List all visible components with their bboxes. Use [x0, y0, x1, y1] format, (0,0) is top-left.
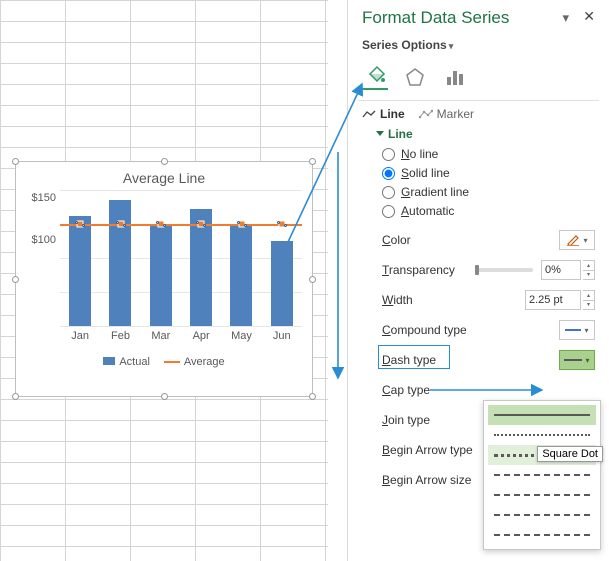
spreadsheet-grid: Average Line $150 $100 Jan Feb Mar Apr	[0, 0, 328, 561]
x-tick-label: Jun	[262, 330, 302, 342]
legend-label: Average	[184, 356, 225, 368]
width-spinner[interactable]: ▴▾	[583, 290, 595, 310]
close-pane-button[interactable]: ✕	[583, 8, 595, 25]
compound-line-icon	[565, 326, 581, 334]
color-picker-button[interactable]: ▾	[559, 230, 595, 250]
dash-option-dash[interactable]	[488, 465, 596, 485]
bar-mar[interactable]	[150, 224, 172, 326]
bar-jan[interactable]	[69, 216, 91, 327]
radio-gradient-line[interactable]: Gradient line	[382, 185, 595, 199]
radio-no-line[interactable]: No line	[382, 147, 595, 161]
width-value[interactable]: 2.25 pt	[525, 290, 581, 310]
category-tabs	[362, 64, 595, 90]
prop-cap-type: Cap type	[382, 378, 595, 402]
marker-subtab[interactable]: Marker	[419, 107, 474, 121]
series-selection-handle[interactable]	[116, 221, 126, 227]
dash-option-long-dash-dot[interactable]	[488, 525, 596, 545]
legend-swatch-line-icon	[164, 361, 180, 363]
line-subtab-label: Line	[380, 107, 405, 121]
chart-legend[interactable]: Actual Average	[16, 356, 312, 368]
triangle-down-icon	[376, 131, 384, 136]
radio-solid-line[interactable]: Solid line	[382, 166, 595, 180]
x-tick-label: May	[221, 330, 261, 342]
bar-may[interactable]	[230, 224, 252, 326]
legend-label: Actual	[119, 356, 150, 368]
dash-preview-icon	[564, 359, 582, 361]
bar-series[interactable]	[60, 190, 302, 326]
series-selection-handle[interactable]	[75, 221, 85, 227]
series-options-dropdown[interactable]: Series Options▾	[362, 38, 595, 52]
line-subtab-icon	[362, 109, 376, 119]
chevron-down-icon: ▾	[449, 41, 454, 51]
fill-and-line-tab[interactable]	[362, 64, 388, 90]
compound-type-button[interactable]: ▾	[559, 320, 595, 340]
line-subtab[interactable]: Line	[362, 107, 405, 121]
transparency-slider[interactable]	[477, 268, 533, 272]
dash-option-tooltip: Square Dot	[537, 446, 603, 462]
prop-color: Color ▾	[382, 228, 595, 252]
dash-option-round-dot[interactable]	[488, 425, 596, 445]
series-options-label: Series Options	[362, 38, 447, 52]
bar-chart-icon	[445, 67, 465, 87]
series-selection-handle[interactable]	[277, 221, 287, 227]
radio-automatic[interactable]: Automatic	[382, 204, 595, 218]
x-tick-label: Mar	[141, 330, 181, 342]
x-axis-labels: Jan Feb Mar Apr May Jun	[60, 330, 302, 342]
marker-subtab-icon	[419, 109, 433, 119]
legend-swatch-bar-icon	[103, 357, 115, 365]
x-tick-label: Feb	[100, 330, 140, 342]
legend-item-actual[interactable]: Actual	[103, 356, 150, 368]
marker-subtab-label: Marker	[437, 107, 474, 121]
y-tick-label: $100	[20, 234, 56, 246]
average-line-series[interactable]	[60, 224, 302, 226]
effects-tab[interactable]	[402, 64, 428, 90]
pentagon-icon	[405, 67, 425, 87]
dash-type-menu[interactable]	[483, 400, 601, 550]
x-tick-label: Apr	[181, 330, 221, 342]
transparency-value[interactable]: 0%	[541, 260, 581, 280]
series-selection-handle[interactable]	[237, 221, 247, 227]
line-marker-subtabs: Line Marker	[362, 107, 595, 121]
paint-bucket-icon	[364, 65, 386, 87]
line-section-header[interactable]: Line	[376, 127, 595, 141]
series-selection-handle[interactable]	[196, 221, 206, 227]
dash-option-dash-dot[interactable]	[488, 485, 596, 505]
legend-item-average[interactable]: Average	[164, 356, 225, 368]
prop-width: Width 2.25 pt ▴▾	[382, 288, 595, 312]
dash-type-callout-highlight	[378, 345, 450, 369]
task-pane-options-button[interactable]: ▾	[562, 10, 569, 26]
series-selection-handle[interactable]	[156, 221, 166, 227]
line-type-radios: No line Solid line Gradient line Automat…	[382, 147, 595, 218]
x-tick-label: Jan	[60, 330, 100, 342]
pencil-icon	[566, 234, 580, 246]
prop-dash-type: Dash type ▾	[382, 348, 595, 372]
chart-title[interactable]: Average Line	[16, 162, 312, 190]
pane-title: Format Data Series	[362, 8, 509, 27]
transparency-spinner[interactable]: ▴▾	[583, 260, 595, 280]
embedded-chart[interactable]: Average Line $150 $100 Jan Feb Mar Apr	[15, 161, 313, 397]
chart-plot-area[interactable]: $150 $100	[60, 190, 302, 326]
dash-option-long-dash[interactable]	[488, 505, 596, 525]
dash-type-button[interactable]: ▾	[559, 350, 595, 370]
prop-compound-type: Compound type ▾	[382, 318, 595, 342]
dash-option-solid[interactable]	[488, 405, 596, 425]
series-options-tab[interactable]	[442, 64, 468, 90]
bar-jun[interactable]	[271, 241, 293, 326]
y-tick-label: $150	[20, 192, 56, 204]
bar-feb[interactable]	[109, 200, 131, 326]
prop-transparency: Transparency 0% ▴▾	[382, 258, 595, 282]
